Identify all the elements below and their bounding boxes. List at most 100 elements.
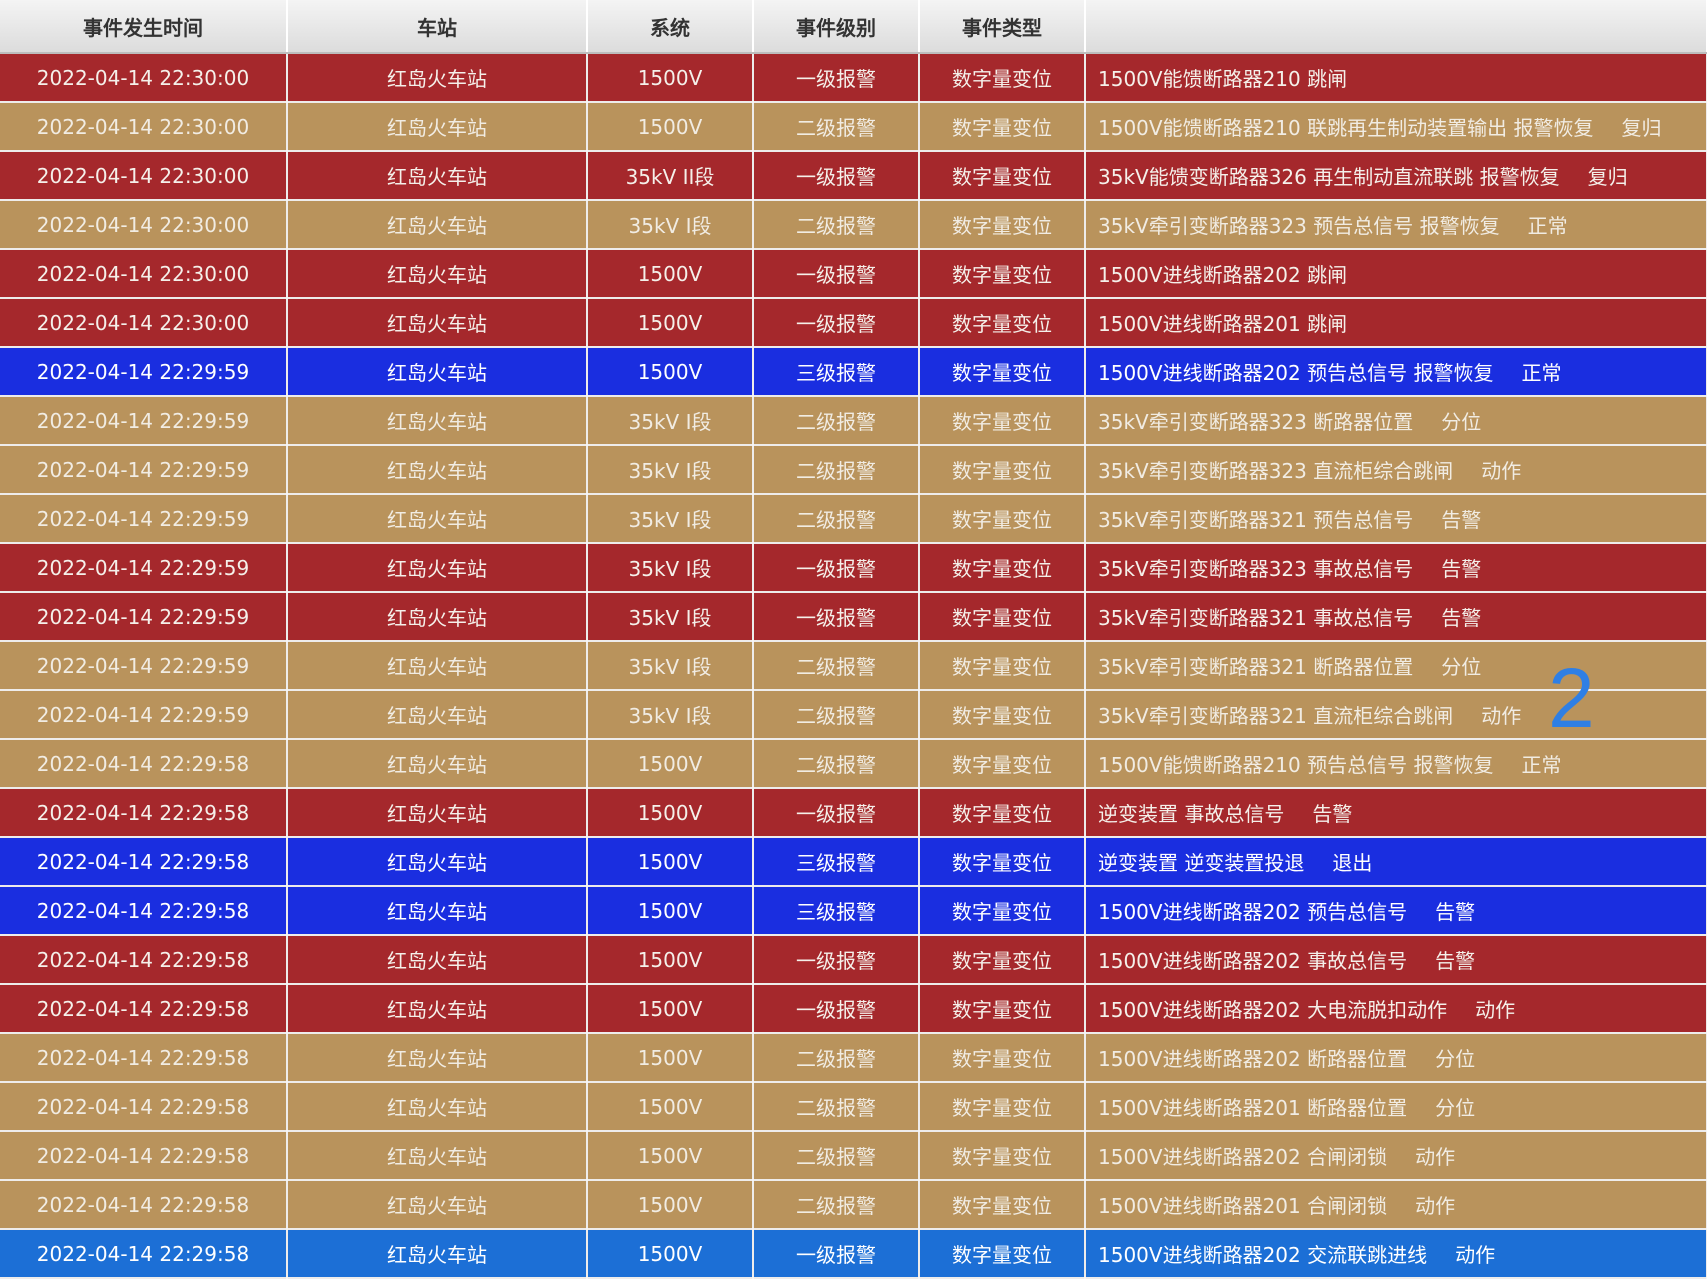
cell-system: 1500V (587, 837, 754, 887)
description-text: 1500V进线断路器202 断路器位置 (1098, 1047, 1408, 1071)
cell-station: 红岛火车站 (287, 1082, 588, 1132)
description-text: 35kV牵引变断路器323 事故总信号 (1098, 557, 1414, 581)
cell-type: 数字量变位 (919, 935, 1086, 985)
status-text: 告警 (1435, 949, 1476, 973)
cell-system: 35kV I段 (587, 690, 754, 740)
cell-station: 红岛火车站 (287, 1180, 588, 1230)
table-row[interactable]: 2022-04-14 22:30:00 红岛火车站 1500V 一级报警 数字量变位 15… (0, 53, 1707, 103)
cell-system: 1500V (587, 1082, 754, 1132)
cell-description: 1500V能馈断路器210 预告总信号 报警恢复 正常 (1085, 739, 1707, 789)
table-row[interactable]: 2022-04-14 22:29:59 红岛火车站 35kV I段 二级报警 数字量变位… (0, 445, 1707, 495)
cell-description: 35kV牵引变断路器323 预告总信号 报警恢复 正常 (1085, 200, 1707, 250)
table-row[interactable]: 2022-04-14 22:29:59 红岛火车站 35kV I段 一级报警 数字量变位… (0, 543, 1707, 593)
description-text: 35kV能馈变断路器326 再生制动直流联跳 报警恢复 (1098, 165, 1560, 189)
status-text: 动作 (1481, 459, 1522, 483)
table-row[interactable]: 2022-04-14 22:29:58 红岛火车站 1500V 二级报警 数字量变位 15… (0, 1180, 1707, 1230)
column-header-level[interactable]: 事件级别 (753, 0, 920, 54)
cell-type: 数字量变位 (919, 837, 1086, 887)
overlay-annotation-number: 2 (1548, 651, 1595, 745)
cell-station: 红岛火车站 (287, 690, 588, 740)
table-row[interactable]: 2022-04-14 22:29:58 红岛火车站 1500V 二级报警 数字量变位 15… (0, 1131, 1707, 1181)
cell-station: 红岛火车站 (287, 788, 588, 838)
cell-description: 1500V进线断路器201 合闸闭锁 动作 (1085, 1180, 1707, 1230)
table-row[interactable]: 2022-04-14 22:29:59 红岛火车站 35kV I段 一级报警 数字量变位… (0, 592, 1707, 642)
description-text: 35kV牵引变断路器323 预告总信号 报警恢复 (1098, 214, 1500, 238)
table-row[interactable]: 2022-04-14 22:29:58 红岛火车站 1500V 二级报警 数字量变位 15… (0, 1082, 1707, 1132)
cell-time: 2022-04-14 22:29:58 (0, 984, 288, 1034)
table-row[interactable]: 2022-04-14 22:30:00 红岛火车站 1500V 二级报警 数字量变位 15… (0, 102, 1707, 152)
table-header: 事件发生时间 车站 系统 事件级别 事件类型 (0, 0, 1707, 54)
cell-station: 红岛火车站 (287, 984, 588, 1034)
table-row[interactable]: 2022-04-14 22:29:59 红岛火车站 1500V 三级报警 数字量变位 15… (0, 347, 1707, 397)
cell-level: 三级报警 (753, 837, 920, 887)
cell-level: 二级报警 (753, 641, 920, 691)
cell-description: 1500V进线断路器202 断路器位置 分位 (1085, 1033, 1707, 1083)
table-row[interactable]: 2022-04-14 22:29:59 红岛火车站 35kV I段 二级报警 数字量变位… (0, 396, 1707, 446)
cell-system: 1500V (587, 298, 754, 348)
cell-description: 1500V进线断路器202 大电流脱扣动作 动作 (1085, 984, 1707, 1034)
description-text: 逆变装置 事故总信号 (1098, 802, 1285, 826)
cell-description: 1500V能馈断路器210 跳闸 (1085, 53, 1707, 103)
column-header-station[interactable]: 车站 (287, 0, 588, 54)
cell-description: 35kV牵引变断路器323 事故总信号 告警 (1085, 543, 1707, 593)
cell-description: 35kV牵引变断路器321 断路器位置 分位 (1085, 641, 1707, 691)
status-text: 告警 (1312, 802, 1353, 826)
table-row[interactable]: 2022-04-14 22:29:58 红岛火车站 1500V 三级报警 数字量变位 逆变… (0, 837, 1707, 887)
cell-type: 数字量变位 (919, 347, 1086, 397)
cell-description: 1500V进线断路器202 交流联跳进线 动作 (1085, 1229, 1707, 1279)
table-row[interactable]: 2022-04-14 22:29:59 红岛火车站 35kV I段 二级报警 数字量变位… (0, 494, 1707, 544)
cell-time: 2022-04-14 22:30:00 (0, 102, 288, 152)
cell-level: 一级报警 (753, 788, 920, 838)
cell-station: 红岛火车站 (287, 102, 588, 152)
table-row[interactable]: 2022-04-14 22:30:00 红岛火车站 1500V 一级报警 数字量变位 15… (0, 298, 1707, 348)
table-row[interactable]: 2022-04-14 22:30:00 红岛火车站 1500V 一级报警 数字量变位 15… (0, 249, 1707, 299)
cell-type: 数字量变位 (919, 543, 1086, 593)
column-header-type[interactable]: 事件类型 (919, 0, 1086, 54)
cell-system: 1500V (587, 739, 754, 789)
cell-level: 一级报警 (753, 935, 920, 985)
cell-station: 红岛火车站 (287, 396, 588, 446)
cell-system: 1500V (587, 347, 754, 397)
cell-type: 数字量变位 (919, 1131, 1086, 1181)
cell-time: 2022-04-14 22:29:59 (0, 592, 288, 642)
status-text: 分位 (1441, 655, 1482, 679)
cell-system: 1500V (587, 1131, 754, 1181)
status-text: 复归 (1621, 116, 1662, 140)
description-text: 1500V能馈断路器210 预告总信号 报警恢复 (1098, 753, 1494, 777)
status-text: 告警 (1441, 606, 1482, 630)
cell-level: 二级报警 (753, 1131, 920, 1181)
cell-type: 数字量变位 (919, 1229, 1086, 1279)
cell-system: 35kV I段 (587, 641, 754, 691)
cell-station: 红岛火车站 (287, 886, 588, 936)
cell-description: 1500V进线断路器202 预告总信号 报警恢复 正常 (1085, 347, 1707, 397)
table-row[interactable]: 2022-04-14 22:29:58 红岛火车站 1500V 二级报警 数字量变位 15… (0, 739, 1707, 789)
column-header-description[interactable] (1085, 0, 1707, 54)
description-text: 35kV牵引变断路器321 事故总信号 (1098, 606, 1414, 630)
table-row[interactable]: 2022-04-14 22:30:00 红岛火车站 35kV I段 二级报警 数字量变位… (0, 200, 1707, 250)
description-text: 35kV牵引变断路器323 直流柜综合跳闸 (1098, 459, 1454, 483)
status-text: 动作 (1475, 998, 1516, 1022)
cell-station: 红岛火车站 (287, 53, 588, 103)
cell-description: 1500V进线断路器201 断路器位置 分位 (1085, 1082, 1707, 1132)
cell-system: 1500V (587, 249, 754, 299)
column-header-time[interactable]: 事件发生时间 (0, 0, 288, 54)
cell-level: 一级报警 (753, 1229, 920, 1279)
table-row[interactable]: 2022-04-14 22:29:58 红岛火车站 1500V 二级报警 数字量变位 15… (0, 1033, 1707, 1083)
column-header-system[interactable]: 系统 (587, 0, 754, 54)
cell-system: 1500V (587, 1180, 754, 1230)
description-text: 逆变装置 逆变装置投退 (1098, 851, 1305, 875)
cell-type: 数字量变位 (919, 739, 1086, 789)
status-text: 复归 (1587, 165, 1628, 189)
table-row[interactable]: 2022-04-14 22:29:58 红岛火车站 1500V 一级报警 数字量变位 逆变… (0, 788, 1707, 838)
table-row[interactable]: 2022-04-14 22:29:59 红岛火车站 35kV I段 二级报警 数字量变位… (0, 690, 1707, 740)
status-text: 动作 (1481, 704, 1522, 728)
cell-level: 二级报警 (753, 396, 920, 446)
cell-time: 2022-04-14 22:30:00 (0, 249, 288, 299)
table-row[interactable]: 2022-04-14 22:29:58 红岛火车站 1500V 三级报警 数字量变位 15… (0, 886, 1707, 936)
table-row[interactable]: 2022-04-14 22:30:00 红岛火车站 35kV II段 一级报警 数字量变… (0, 151, 1707, 201)
table-row[interactable]: 2022-04-14 22:29:58 红岛火车站 1500V 一级报警 数字量变位 15… (0, 984, 1707, 1034)
table-row[interactable]: 2022-04-14 22:29:58 红岛火车站 1500V 一级报警 数字量变位 15… (0, 1229, 1707, 1279)
cell-level: 三级报警 (753, 347, 920, 397)
table-row[interactable]: 2022-04-14 22:29:59 红岛火车站 35kV I段 二级报警 数字量变位… (0, 641, 1707, 691)
table-row[interactable]: 2022-04-14 22:29:58 红岛火车站 1500V 一级报警 数字量变位 15… (0, 935, 1707, 985)
